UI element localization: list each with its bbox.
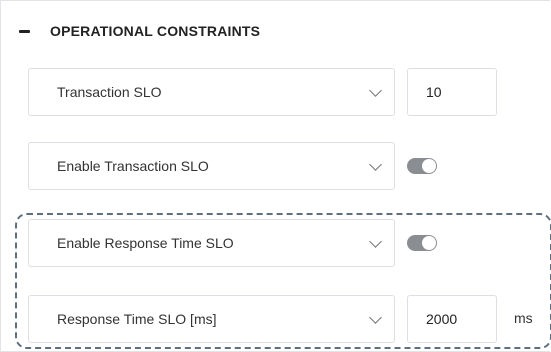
collapse-icon[interactable]	[19, 29, 30, 33]
chevron-down-icon	[369, 83, 382, 97]
toggle-knob	[422, 236, 436, 250]
enable-response-time-slo-select[interactable]: Enable Response Time SLO	[28, 219, 395, 267]
enable-response-time-slo-label: Enable Response Time SLO	[57, 235, 234, 251]
chevron-down-icon	[369, 157, 382, 171]
transaction-slo-input[interactable]	[407, 68, 497, 116]
enable-response-time-slo-toggle[interactable]	[407, 235, 437, 251]
response-time-unit: ms	[514, 310, 533, 326]
toggle-knob	[422, 159, 436, 173]
enable-transaction-slo-select[interactable]: Enable Transaction SLO	[28, 142, 395, 190]
response-time-slo-select[interactable]: Response Time SLO [ms]	[28, 295, 395, 343]
enable-transaction-slo-label: Enable Transaction SLO	[57, 158, 209, 174]
operational-constraints-panel: OPERATIONAL CONSTRAINTS Transaction SLO …	[0, 0, 551, 352]
transaction-slo-label: Transaction SLO	[57, 84, 162, 100]
chevron-down-icon	[369, 310, 382, 324]
response-time-slo-label: Response Time SLO [ms]	[57, 311, 217, 327]
section-title: OPERATIONAL CONSTRAINTS	[50, 23, 261, 39]
enable-transaction-slo-toggle[interactable]	[407, 158, 437, 174]
section-header[interactable]: OPERATIONAL CONSTRAINTS	[19, 19, 260, 43]
chevron-down-icon	[369, 234, 382, 248]
transaction-slo-select[interactable]: Transaction SLO	[28, 68, 395, 116]
response-time-slo-input[interactable]	[407, 295, 497, 343]
